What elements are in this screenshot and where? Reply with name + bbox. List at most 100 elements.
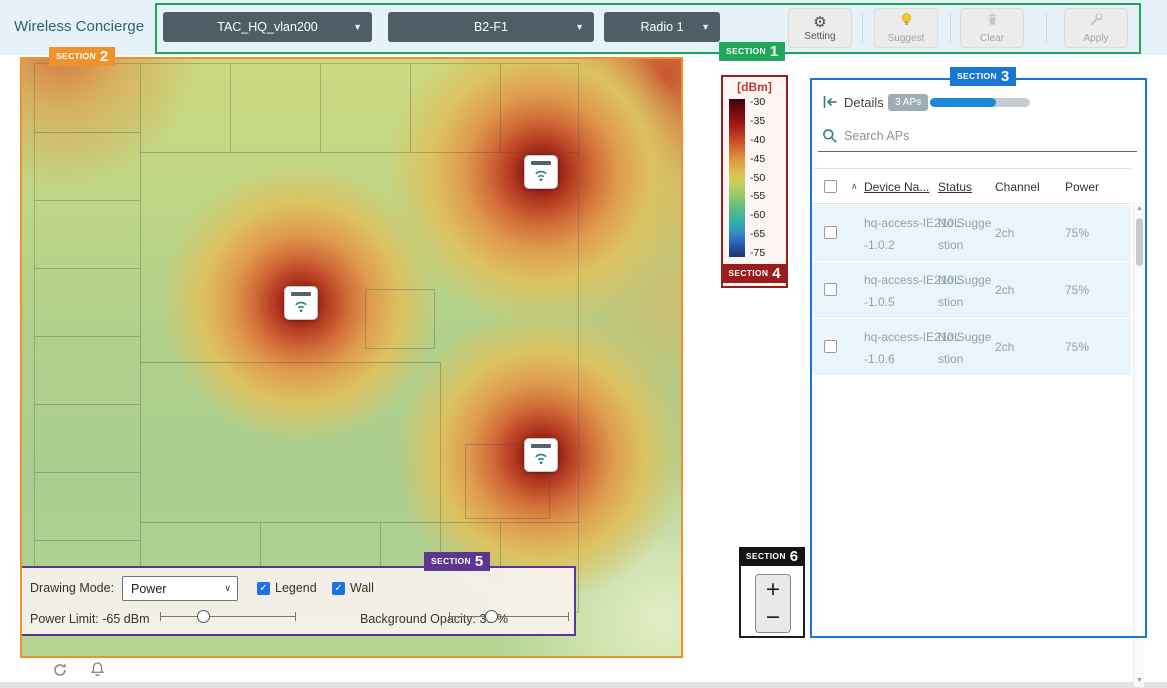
ap-power: 75% bbox=[1065, 279, 1089, 301]
apply-button-label: Apply bbox=[1083, 33, 1108, 44]
floor-select[interactable]: B2-F1 ▼ bbox=[388, 12, 594, 42]
slider-tick bbox=[295, 612, 296, 621]
ap-details-panel: Details 3 APs ∧ Device Na... Status Chan… bbox=[812, 80, 1145, 636]
chevron-down-icon: ▼ bbox=[701, 22, 710, 32]
slider-tick bbox=[160, 612, 161, 621]
ap-table-row[interactable]: hq-access-IE210L-1.0.2 No Suggestion 2ch… bbox=[812, 205, 1131, 261]
ap-channel: 2ch bbox=[995, 222, 1014, 244]
drawing-mode-select[interactable]: Power ∨ bbox=[122, 576, 238, 601]
ap-power: 75% bbox=[1065, 336, 1089, 358]
slider-tick bbox=[449, 612, 450, 621]
access-point-icon[interactable] bbox=[524, 438, 558, 472]
toolbar-divider bbox=[1046, 13, 1047, 43]
drawing-panel: Drawing Mode: Power ∨ ✓ Legend ✓ Wall Po… bbox=[22, 568, 574, 634]
scrollbar[interactable]: ▲ ▼ bbox=[1133, 202, 1144, 687]
clear-button[interactable]: Clear bbox=[960, 8, 1024, 48]
zoom-out-button[interactable]: − bbox=[755, 603, 791, 633]
sort-ascending-icon[interactable]: ∧ bbox=[851, 181, 858, 192]
section-badge-number: 1 bbox=[770, 44, 778, 59]
section-badge-number: 3 bbox=[1001, 69, 1009, 84]
section-badge-number: 5 bbox=[475, 554, 483, 569]
scroll-up-icon[interactable]: ▲ bbox=[1134, 205, 1145, 212]
section5-badge: SECTION 5 bbox=[424, 552, 490, 571]
heatmap-overlay bbox=[22, 59, 681, 656]
details-title: Details bbox=[844, 95, 884, 110]
legend-checkbox-label: Legend bbox=[275, 581, 317, 595]
drawing-mode-value: Power bbox=[131, 582, 166, 596]
column-header-device[interactable]: Device Na... bbox=[864, 180, 929, 194]
collapse-panel-icon[interactable] bbox=[822, 94, 839, 115]
select-all-checkbox[interactable] bbox=[824, 180, 837, 193]
toolbar-divider bbox=[950, 13, 951, 43]
setting-button-label: Setting bbox=[804, 31, 835, 42]
chevron-down-icon: ▼ bbox=[575, 22, 584, 32]
opacity-slider[interactable] bbox=[449, 610, 569, 624]
row-checkbox[interactable] bbox=[824, 226, 837, 239]
search-aps-input[interactable] bbox=[844, 126, 1104, 146]
section-badge-label: SECTION bbox=[726, 47, 766, 56]
scroll-down-icon[interactable]: ▼ bbox=[1134, 677, 1145, 684]
ap-progress-fill bbox=[930, 98, 996, 107]
clear-button-label: Clear bbox=[980, 33, 1004, 44]
section3-badge: SECTION 3 bbox=[950, 67, 1016, 86]
search-icon bbox=[822, 128, 838, 149]
floor-plan bbox=[34, 63, 579, 613]
app-title: Wireless Concierge bbox=[14, 18, 144, 35]
scrollbar-thumb[interactable] bbox=[1136, 218, 1143, 266]
section-badge-number: 4 bbox=[772, 266, 780, 281]
section-badge-label: SECTION bbox=[957, 72, 997, 81]
lightbulb-icon bbox=[899, 12, 914, 32]
slider-track bbox=[160, 616, 296, 617]
wifi-icon bbox=[532, 167, 550, 182]
ap-device-bar bbox=[531, 161, 551, 165]
wall-checkbox[interactable]: ✓ bbox=[332, 582, 345, 595]
table-header: ∧ Device Na... Status Channel Power bbox=[812, 168, 1131, 204]
setting-button[interactable]: ⚙ Setting bbox=[788, 8, 852, 48]
legend-checkbox[interactable]: ✓ bbox=[257, 582, 270, 595]
wifi-icon bbox=[532, 450, 550, 465]
legend-tick: -35 bbox=[750, 115, 765, 127]
legend-tick: -65 bbox=[750, 228, 765, 240]
row-checkbox[interactable] bbox=[824, 340, 837, 353]
ap-power: 75% bbox=[1065, 222, 1089, 244]
legend-ticks: -30 -35 -40 -45 -50 -55 -60 -65 -75 bbox=[750, 96, 765, 259]
ap-table-row[interactable]: hq-access-IE210L-1.0.5 No Suggestion 2ch… bbox=[812, 262, 1131, 318]
ap-status: No Suggestion bbox=[938, 269, 992, 313]
access-point-icon[interactable] bbox=[524, 155, 558, 189]
apply-button[interactable]: Apply bbox=[1064, 8, 1128, 48]
legend-tick: -75 bbox=[750, 247, 765, 259]
legend-tick: -30 bbox=[750, 96, 765, 108]
ap-table-row[interactable]: hq-access-IE210L-1.0.6 No Suggestion 2ch… bbox=[812, 319, 1131, 375]
slider-thumb[interactable] bbox=[485, 610, 498, 623]
access-point-icon[interactable] bbox=[284, 286, 318, 320]
chevron-down-icon: ▼ bbox=[353, 22, 362, 32]
column-header-channel: Channel bbox=[995, 180, 1040, 194]
radio-select[interactable]: Radio 1 ▼ bbox=[604, 12, 720, 42]
wall-checkbox-label: Wall bbox=[350, 581, 374, 595]
network-select-value: TAC_HQ_vlan200 bbox=[217, 20, 318, 34]
legend-tick: -50 bbox=[750, 172, 765, 184]
slider-tick bbox=[568, 612, 569, 621]
legend-tick: -60 bbox=[750, 209, 765, 221]
drawing-mode-label: Drawing Mode: bbox=[30, 581, 114, 595]
gear-icon: ⚙ bbox=[813, 15, 826, 30]
row-checkbox[interactable] bbox=[824, 283, 837, 296]
bell-icon[interactable] bbox=[90, 661, 105, 683]
section-badge-label: SECTION bbox=[746, 552, 786, 561]
zoom-in-button[interactable]: + bbox=[755, 574, 791, 604]
network-select[interactable]: TAC_HQ_vlan200 ▼ bbox=[163, 12, 372, 42]
suggest-button[interactable]: Suggest bbox=[874, 8, 938, 48]
refresh-icon[interactable] bbox=[52, 662, 68, 683]
section6-badge: SECTION 6 bbox=[739, 547, 805, 566]
section1-badge: SECTION 1 bbox=[719, 42, 785, 61]
section2-badge: SECTION 2 bbox=[49, 47, 115, 66]
slider-thumb[interactable] bbox=[197, 610, 210, 623]
section-badge-number: 6 bbox=[790, 549, 798, 564]
slider-track bbox=[449, 616, 569, 617]
ap-progress-bar[interactable] bbox=[930, 98, 1030, 107]
suggest-button-label: Suggest bbox=[888, 33, 925, 44]
ap-status: No Suggestion bbox=[938, 212, 992, 256]
column-header-status[interactable]: Status bbox=[938, 180, 972, 194]
power-limit-slider[interactable] bbox=[160, 610, 296, 624]
chevron-down-icon: ∨ bbox=[224, 583, 231, 594]
